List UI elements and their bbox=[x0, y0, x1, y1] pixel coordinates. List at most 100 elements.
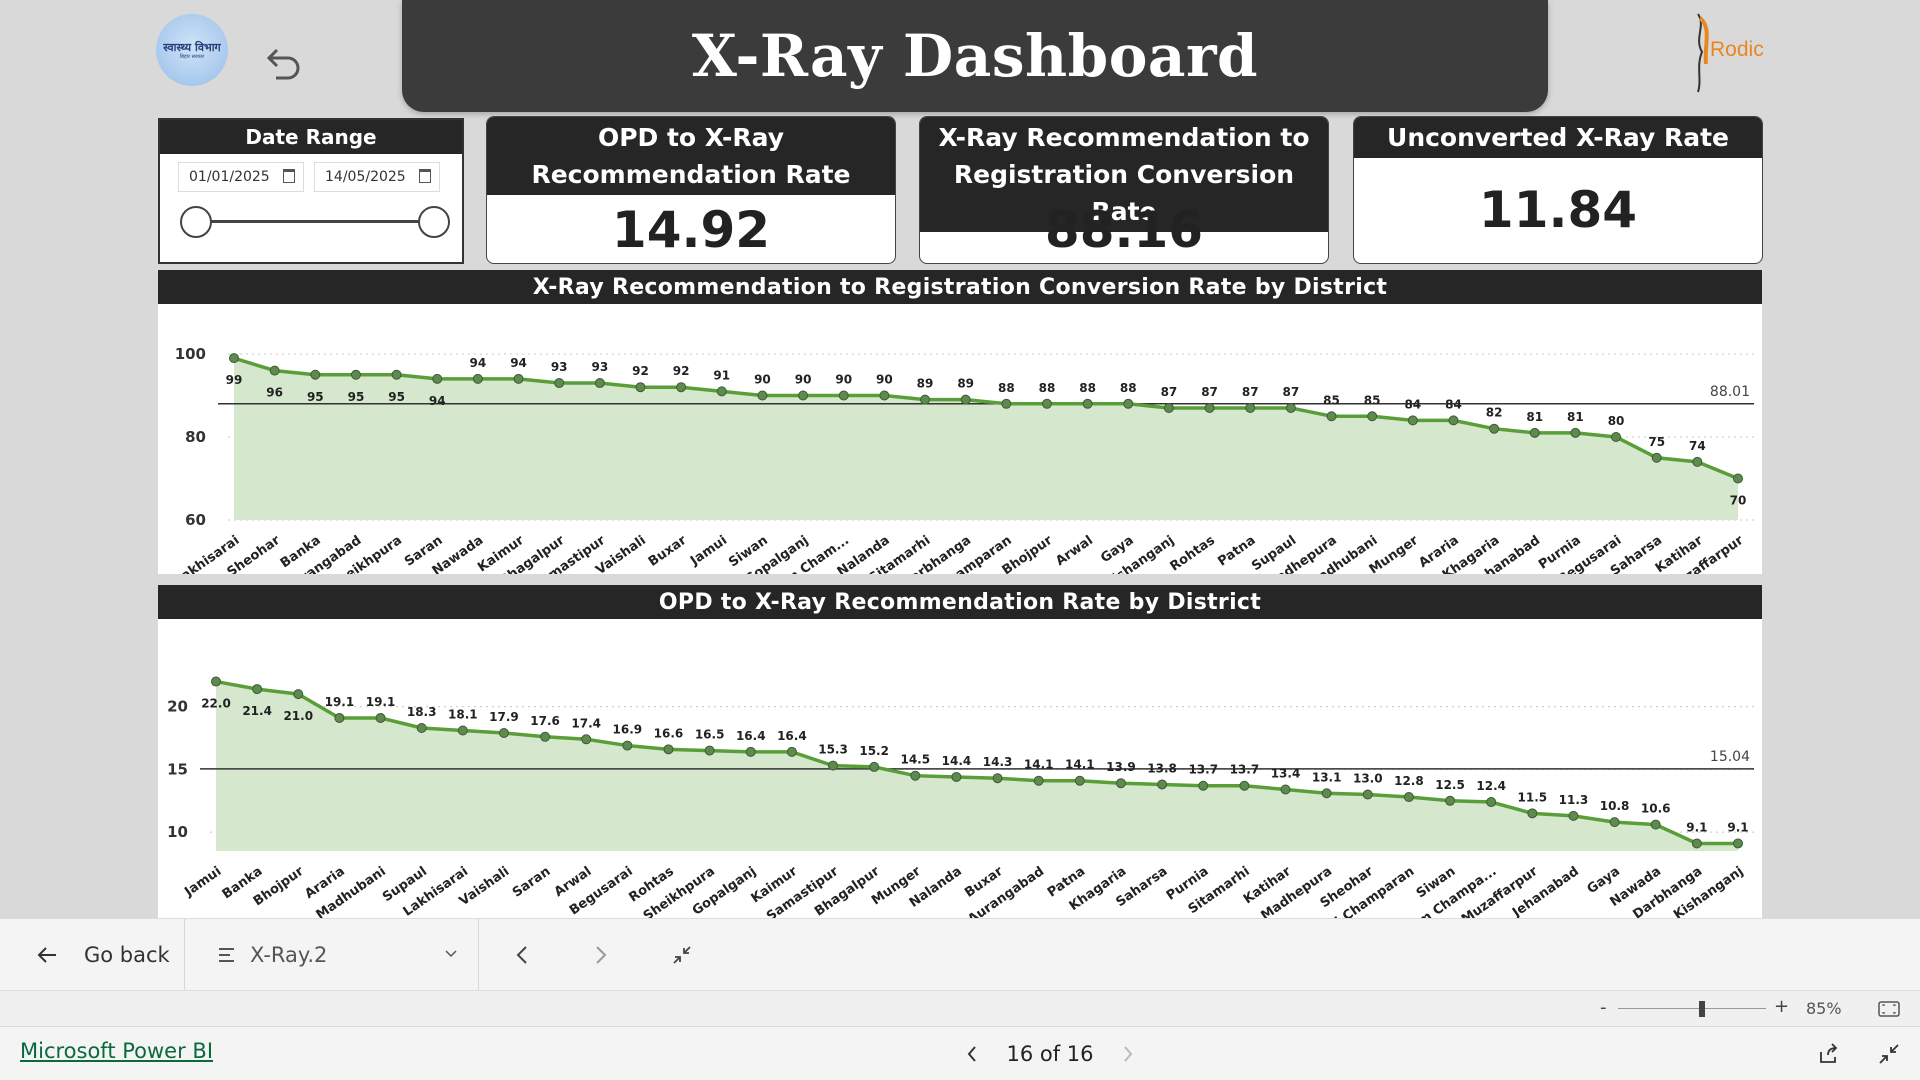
data-point[interactable] bbox=[786, 746, 797, 757]
data-point[interactable] bbox=[1033, 775, 1044, 786]
data-point[interactable] bbox=[960, 394, 971, 405]
date-slider-end-handle[interactable] bbox=[418, 206, 450, 238]
data-point[interactable] bbox=[757, 390, 768, 401]
data-point[interactable] bbox=[310, 369, 321, 380]
arrow-left-icon bbox=[37, 947, 56, 963]
data-point[interactable] bbox=[1691, 838, 1702, 849]
data-point[interactable] bbox=[676, 382, 687, 393]
data-point[interactable] bbox=[1403, 792, 1414, 803]
data-point[interactable] bbox=[1692, 456, 1703, 467]
data-point[interactable] bbox=[1074, 775, 1085, 786]
data-point[interactable] bbox=[594, 378, 605, 389]
data-point[interactable] bbox=[1082, 398, 1093, 409]
data-point[interactable] bbox=[828, 760, 839, 771]
data-point[interactable] bbox=[1527, 808, 1538, 819]
data-point[interactable] bbox=[798, 390, 809, 401]
data-point[interactable] bbox=[581, 734, 592, 745]
chevron-left-icon[interactable] bbox=[966, 1045, 978, 1063]
zoom-slider-track[interactable] bbox=[1618, 1008, 1766, 1009]
previous-page-icon[interactable] bbox=[515, 945, 529, 965]
data-point[interactable] bbox=[1733, 473, 1743, 484]
data-point[interactable] bbox=[1123, 398, 1134, 409]
data-point[interactable] bbox=[391, 369, 402, 380]
start-date-input[interactable]: 01/01/2025 bbox=[178, 162, 304, 192]
data-point[interactable] bbox=[457, 725, 468, 736]
fit-to-page-icon[interactable] bbox=[1878, 1000, 1900, 1018]
data-point[interactable] bbox=[1163, 402, 1174, 413]
data-point[interactable] bbox=[375, 712, 386, 723]
data-point[interactable] bbox=[432, 373, 443, 384]
data-point[interactable] bbox=[1245, 402, 1256, 413]
data-point[interactable] bbox=[704, 745, 715, 756]
data-point[interactable] bbox=[513, 373, 524, 384]
data-point[interactable] bbox=[1326, 411, 1337, 422]
data-point[interactable] bbox=[554, 378, 565, 389]
data-point[interactable] bbox=[1568, 810, 1579, 821]
data-point[interactable] bbox=[1486, 797, 1497, 808]
chevron-right-icon[interactable] bbox=[1122, 1045, 1134, 1063]
date-slider-start-handle[interactable] bbox=[180, 206, 212, 238]
share-icon[interactable] bbox=[1818, 1043, 1840, 1065]
data-point[interactable] bbox=[1529, 427, 1540, 438]
data-point[interactable] bbox=[334, 712, 345, 723]
data-point[interactable] bbox=[1115, 778, 1126, 789]
data-point[interactable] bbox=[498, 728, 509, 739]
data-point[interactable] bbox=[910, 770, 921, 781]
data-point[interactable] bbox=[293, 689, 304, 700]
data-point[interactable] bbox=[1321, 788, 1332, 799]
next-page-icon[interactable] bbox=[594, 945, 608, 965]
data-point[interactable] bbox=[1280, 784, 1291, 795]
zoom-slider-thumb[interactable] bbox=[1698, 1001, 1705, 1017]
data-point[interactable] bbox=[1609, 817, 1620, 828]
data-point[interactable] bbox=[1650, 819, 1661, 830]
data-point[interactable] bbox=[992, 773, 1003, 784]
data-point[interactable] bbox=[1362, 789, 1373, 800]
data-point[interactable] bbox=[269, 365, 280, 376]
undo-icon[interactable] bbox=[260, 42, 306, 88]
data-point[interactable] bbox=[1407, 415, 1418, 426]
go-back-button[interactable]: Go back bbox=[36, 919, 170, 991]
data-point[interactable] bbox=[1285, 402, 1296, 413]
data-point[interactable] bbox=[920, 394, 931, 405]
data-point[interactable] bbox=[951, 771, 962, 782]
date-slider-track[interactable] bbox=[196, 220, 434, 223]
exit-focus-mode-icon[interactable] bbox=[672, 945, 692, 965]
calendar-icon[interactable] bbox=[419, 169, 431, 183]
data-point[interactable] bbox=[716, 386, 727, 397]
data-point[interactable] bbox=[1198, 780, 1209, 791]
zoom-in-button[interactable]: + bbox=[1774, 996, 1789, 1017]
data-point[interactable] bbox=[229, 353, 239, 364]
data-point[interactable] bbox=[635, 382, 646, 393]
data-point[interactable] bbox=[663, 744, 674, 755]
data-point[interactable] bbox=[1489, 423, 1500, 434]
calendar-icon[interactable] bbox=[283, 169, 295, 183]
data-point[interactable] bbox=[1448, 415, 1459, 426]
data-point[interactable] bbox=[1570, 427, 1581, 438]
data-point[interactable] bbox=[1204, 402, 1215, 413]
data-point[interactable] bbox=[1239, 780, 1250, 791]
data-point[interactable] bbox=[416, 722, 427, 733]
end-date-input[interactable]: 14/05/2025 bbox=[314, 162, 440, 192]
data-point[interactable] bbox=[1651, 452, 1662, 463]
data-point[interactable] bbox=[745, 746, 756, 757]
data-point[interactable] bbox=[350, 369, 361, 380]
data-point[interactable] bbox=[472, 373, 483, 384]
data-point[interactable] bbox=[1367, 411, 1378, 422]
expand-icon[interactable] bbox=[1878, 1043, 1900, 1065]
data-point[interactable] bbox=[1041, 398, 1052, 409]
data-point[interactable] bbox=[622, 740, 633, 751]
data-point[interactable] bbox=[879, 390, 890, 401]
zoom-out-button[interactable]: - bbox=[1600, 997, 1607, 1018]
data-point[interactable] bbox=[869, 761, 880, 772]
data-point[interactable] bbox=[1611, 432, 1622, 442]
data-point[interactable] bbox=[540, 731, 551, 742]
data-point[interactable] bbox=[1157, 779, 1168, 790]
power-bi-link[interactable]: Microsoft Power BI bbox=[20, 1039, 213, 1063]
data-point[interactable] bbox=[1001, 398, 1012, 409]
data-point[interactable] bbox=[252, 684, 263, 695]
data-point[interactable] bbox=[1733, 838, 1743, 849]
data-point[interactable] bbox=[1445, 795, 1456, 806]
page-selector-dropdown[interactable]: X-Ray.2 bbox=[218, 919, 458, 991]
data-point[interactable] bbox=[838, 390, 849, 401]
data-point[interactable] bbox=[211, 676, 221, 687]
